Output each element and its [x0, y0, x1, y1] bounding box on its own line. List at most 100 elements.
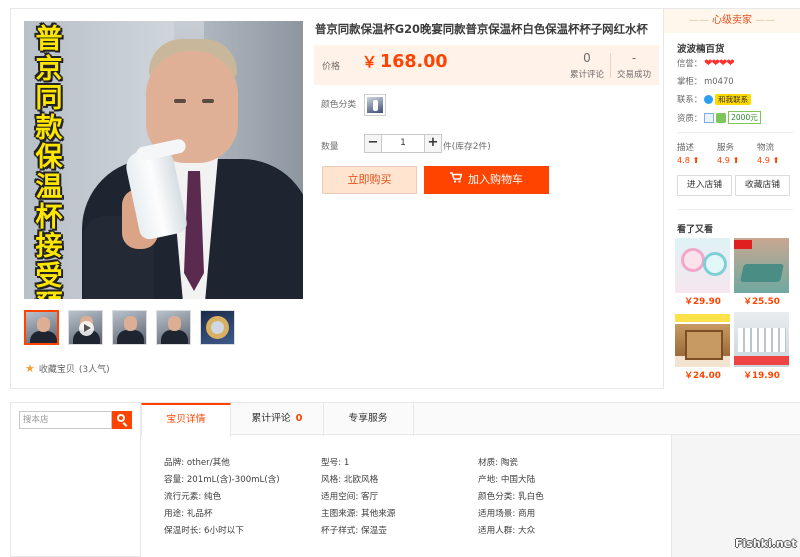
recommended-price: ￥19.90: [743, 371, 780, 381]
score-label: 描述: [677, 143, 695, 153]
recommended-item[interactable]: ￥19.90: [734, 312, 789, 381]
seller-level: 心级卖家: [712, 15, 752, 26]
thumbnail-4[interactable]: [156, 310, 191, 345]
cart-icon: [450, 166, 463, 194]
attribute-item: 适用空间: 客厅: [321, 492, 379, 502]
person-eye: [174, 99, 186, 103]
credit-row: 信誉： ❤❤❤❤: [677, 57, 735, 69]
recommended-image: [675, 238, 730, 293]
tab-reviews[interactable]: 累计评论 0: [231, 403, 323, 436]
site-watermark: Fishki.net: [735, 537, 797, 550]
quantity-stepper: − 1 +: [364, 134, 442, 153]
tab-divider: [413, 403, 414, 436]
banner-char: 温: [35, 171, 63, 203]
product-title: 普京同款保温杯G20晚宴同款普京保温杯白色保温杯杯子网红水杯: [315, 22, 648, 36]
tab-label: 宝贝详情: [166, 414, 206, 425]
thumb-figure: [117, 330, 144, 344]
recommended-item[interactable]: ￥24.00: [675, 312, 730, 381]
sales-label: 交易成功: [616, 70, 651, 80]
thumbnail-5[interactable]: [200, 310, 235, 345]
person-eye: [202, 99, 214, 103]
attribute-item: 颜色分类: 乳白色: [478, 492, 544, 502]
enter-shop-button[interactable]: 进入店铺: [677, 175, 732, 196]
promo-banner-text: 普 京 同 款 保 温 杯 接 受 预 定: [30, 24, 68, 299]
star-icon: ★: [25, 362, 35, 375]
play-icon: [79, 321, 94, 336]
recommended-price: ￥29.90: [684, 297, 721, 307]
contact-label: 联系：: [677, 94, 703, 104]
keeper-name[interactable]: m0470: [704, 76, 733, 86]
qual-label: 资质：: [677, 112, 703, 123]
attribute-item: 适用人群: 大众: [478, 526, 536, 536]
thumbnail-video[interactable]: [68, 310, 103, 345]
product-panel: 普 京 同 款 保 温 杯 接 受 预 定 ★ 收藏宝贝 (3人气) 普京同款保…: [10, 8, 800, 389]
qty-label: 数量: [321, 142, 339, 152]
recommended-item[interactable]: ￥29.90: [675, 238, 730, 307]
favorite-label: 收藏宝贝: [38, 365, 75, 375]
banner-char: 款: [35, 112, 63, 144]
recommended-item[interactable]: ￥25.50: [734, 238, 789, 307]
banner-char: 京: [35, 53, 63, 85]
favorite-count: (3人气): [78, 365, 110, 375]
shop-name[interactable]: 波波楠百货: [677, 41, 725, 55]
thumbnail-3[interactable]: [112, 310, 147, 345]
review-label: 累计评论: [569, 70, 604, 80]
main-product-image[interactable]: 普 京 同 款 保 温 杯 接 受 预 定: [24, 21, 303, 299]
swatch-image: [367, 97, 383, 113]
tab-details[interactable]: 宝贝详情: [141, 403, 231, 437]
add-cart-label: 加入购物车: [468, 173, 523, 186]
detail-section: 搜本店 宝贝详情 累计评论 0 专享服务 品牌: other/其他 型号: 1 材…: [10, 402, 800, 557]
buy-now-button[interactable]: 立即购买: [322, 166, 417, 194]
color-swatch[interactable]: [364, 94, 386, 116]
attribute-item: 材质: 陶瓷: [478, 458, 519, 468]
thumb-face: [37, 317, 50, 332]
collect-shop-button[interactable]: 收藏店铺: [735, 175, 790, 196]
recommended-image: [675, 312, 730, 367]
contact-row: 联系： 和我联系: [677, 93, 752, 105]
header-dash: ——: [688, 15, 709, 26]
thumbnail-1[interactable]: [24, 310, 59, 345]
tab-services[interactable]: 专享服务: [323, 403, 413, 436]
price-amount: 168.00: [380, 52, 448, 72]
qty-decrease-button[interactable]: −: [364, 134, 382, 153]
search-button[interactable]: [112, 411, 132, 429]
attribute-item: 风格: 北欧风格: [321, 475, 379, 485]
banner-char: 保: [35, 142, 63, 174]
add-to-cart-button[interactable]: 加入购物车: [424, 166, 549, 194]
review-stat[interactable]: 0 累计评论: [562, 51, 612, 80]
score-value: 4.9 ⬆: [757, 155, 780, 165]
thumb-cup-top: [206, 316, 229, 339]
tab-label: 专享服务: [348, 413, 388, 424]
score-value: 4.9 ⬆: [717, 155, 740, 165]
stock-text: 件(库存2件): [443, 142, 491, 152]
recommended-price: ￥25.50: [743, 297, 780, 307]
score-description: 描述 4.8 ⬆: [677, 141, 699, 165]
color-label: 颜色分类: [321, 100, 357, 110]
id-verified-icon: [704, 112, 715, 123]
tab-label: 累计评论: [251, 413, 291, 424]
banner-char: 接: [35, 231, 63, 263]
detail-tabs: 宝贝详情 累计评论 0 专享服务: [141, 402, 800, 437]
review-count: 0: [583, 51, 591, 65]
attribute-item: 适用场景: 商用: [478, 509, 536, 519]
search-icon: [117, 414, 125, 422]
review-count-badge: 0: [295, 413, 303, 424]
attribute-item: 容量: 201mL(含)-300mL(含): [164, 475, 280, 485]
qty-increase-button[interactable]: +: [424, 134, 442, 153]
shop-search-panel: 搜本店: [10, 402, 141, 557]
credit-label: 信誉：: [677, 58, 703, 68]
banner-char: 预: [36, 291, 63, 299]
recommended-image: [734, 238, 789, 293]
score-label: 物流: [757, 143, 775, 153]
shop-search-input[interactable]: 搜本店: [19, 411, 112, 429]
thumb-figure: [30, 331, 57, 343]
keeper-label: 掌柜：: [677, 76, 703, 86]
banner-char: 杯: [35, 201, 63, 233]
banner-char: 普: [35, 24, 63, 55]
score-label: 服务: [717, 143, 735, 153]
attribute-item: 品牌: other/其他: [164, 458, 230, 468]
see-also-title: 看了又看: [677, 225, 714, 235]
qty-input[interactable]: 1: [382, 134, 424, 153]
contact-button[interactable]: 和我联系: [715, 93, 752, 105]
favorite-item[interactable]: ★ 收藏宝贝 (3人气): [25, 362, 110, 375]
